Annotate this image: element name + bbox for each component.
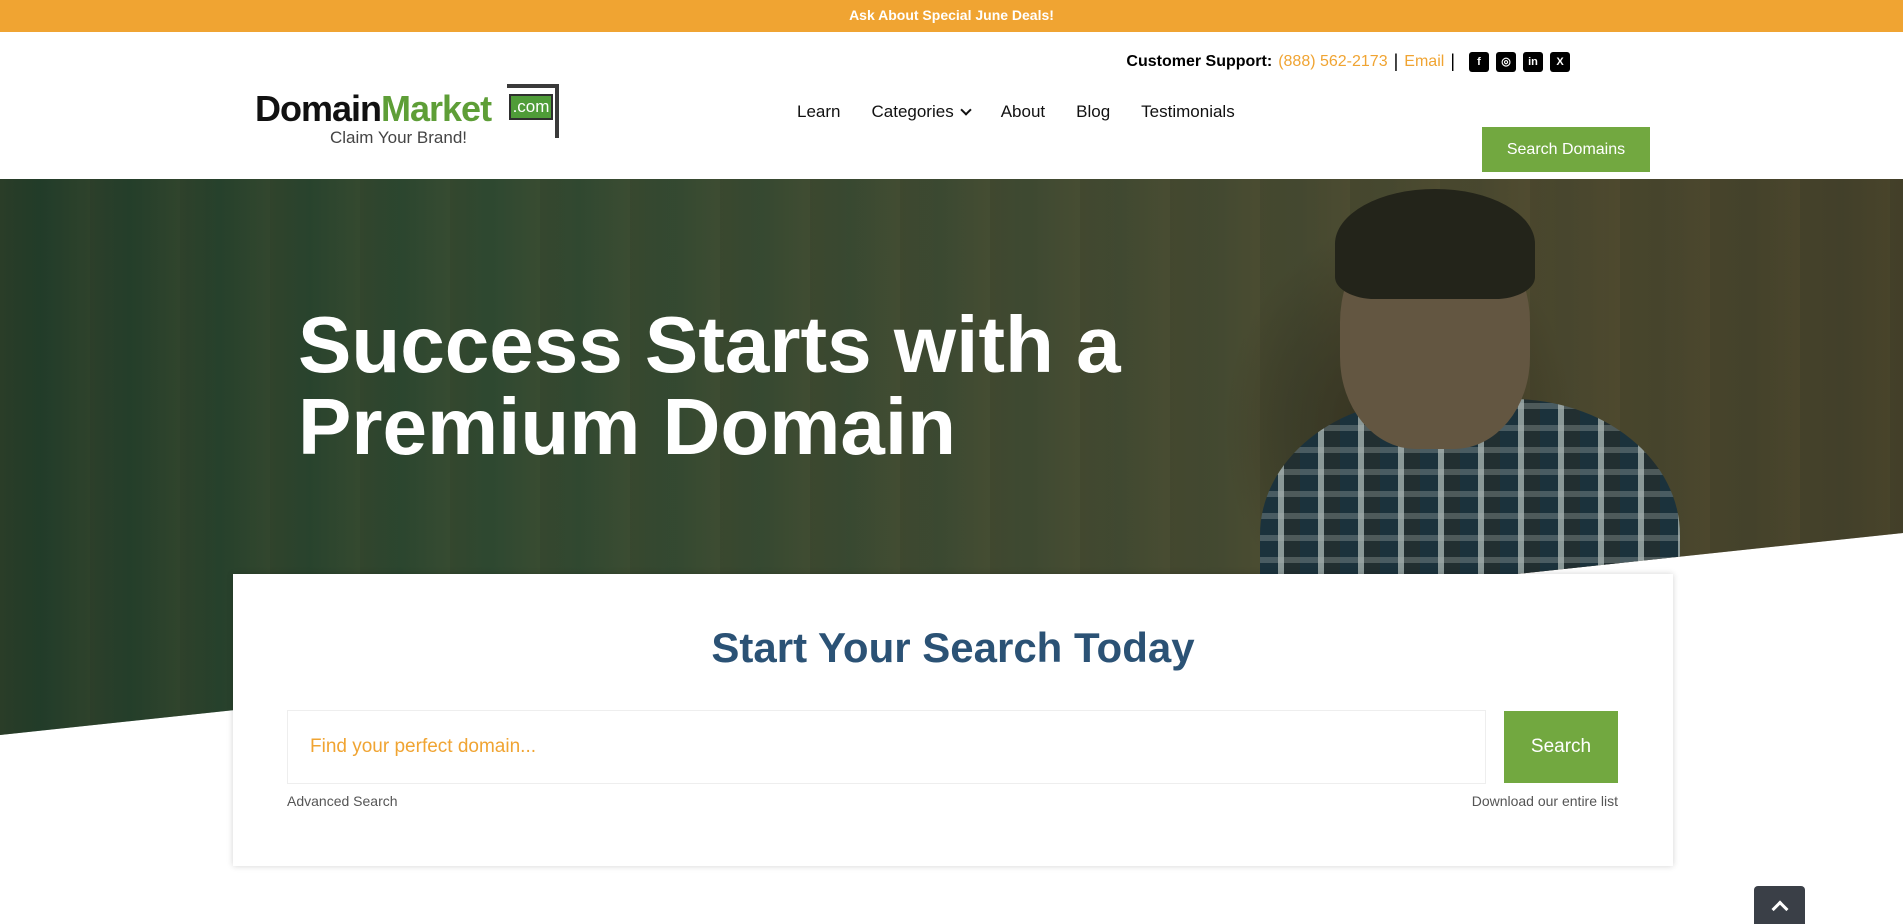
support-label: Customer Support: xyxy=(1126,52,1273,70)
search-domains-button[interactable]: Search Domains xyxy=(1482,127,1650,172)
nav-categories[interactable]: Categories xyxy=(871,102,972,122)
nav-blog[interactable]: Blog xyxy=(1076,102,1110,122)
main-nav: Learn Categories About Blog Testimonials xyxy=(797,102,1235,122)
support-phone-link[interactable]: (888) 562-2173 xyxy=(1278,53,1387,71)
support-email-link[interactable]: Email xyxy=(1404,53,1444,71)
promo-bar[interactable]: Ask About Special June Deals! xyxy=(0,0,1903,32)
separator: | xyxy=(1450,51,1455,71)
social-links: f ◎ in X xyxy=(1469,51,1570,72)
logo-sign-bar xyxy=(507,84,559,88)
logo-tagline: Claim Your Brand! xyxy=(330,128,468,147)
logo-domain: Domain xyxy=(255,88,382,129)
logo-wordmark: DomainMarket xyxy=(255,88,492,130)
linkedin-icon[interactable]: in xyxy=(1523,51,1543,72)
logo-com-badge: .com xyxy=(509,94,553,120)
chevron-up-icon xyxy=(1771,900,1788,918)
hero-title: Success Starts with a Premium Domain xyxy=(298,304,1121,468)
hero-title-line1: Success Starts with a xyxy=(298,300,1121,389)
back-to-top-button[interactable] xyxy=(1754,886,1805,924)
promo-text[interactable]: Ask About Special June Deals! xyxy=(849,7,1054,23)
hero-title-line2: Premium Domain xyxy=(298,382,956,471)
nav-learn[interactable]: Learn xyxy=(797,102,840,122)
search-card: Start Your Search Today Search Advanced … xyxy=(233,574,1673,866)
logo-sign-pole xyxy=(555,84,559,138)
site-logo[interactable]: DomainMarket .com Claim Your Brand! xyxy=(255,84,565,174)
facebook-icon[interactable]: f xyxy=(1469,51,1489,72)
domain-search-input[interactable] xyxy=(287,710,1486,784)
separator: | xyxy=(1393,51,1399,71)
nav-about[interactable]: About xyxy=(1001,102,1045,122)
download-list-link[interactable]: Download our entire list xyxy=(1472,793,1618,809)
site-header: Customer Support: (888) 562-2173 | Email… xyxy=(0,32,1903,179)
nav-categories-label: Categories xyxy=(871,102,954,121)
instagram-icon[interactable]: ◎ xyxy=(1496,51,1516,72)
search-button[interactable]: Search xyxy=(1504,711,1618,783)
chevron-down-icon xyxy=(960,103,972,116)
x-icon[interactable]: X xyxy=(1550,51,1570,72)
nav-testimonials[interactable]: Testimonials xyxy=(1141,102,1235,122)
customer-support: Customer Support: (888) 562-2173 | Email… xyxy=(1126,51,1570,72)
logo-market: Market xyxy=(381,88,492,129)
advanced-search-link[interactable]: Advanced Search xyxy=(287,793,398,809)
search-heading: Start Your Search Today xyxy=(711,624,1195,671)
